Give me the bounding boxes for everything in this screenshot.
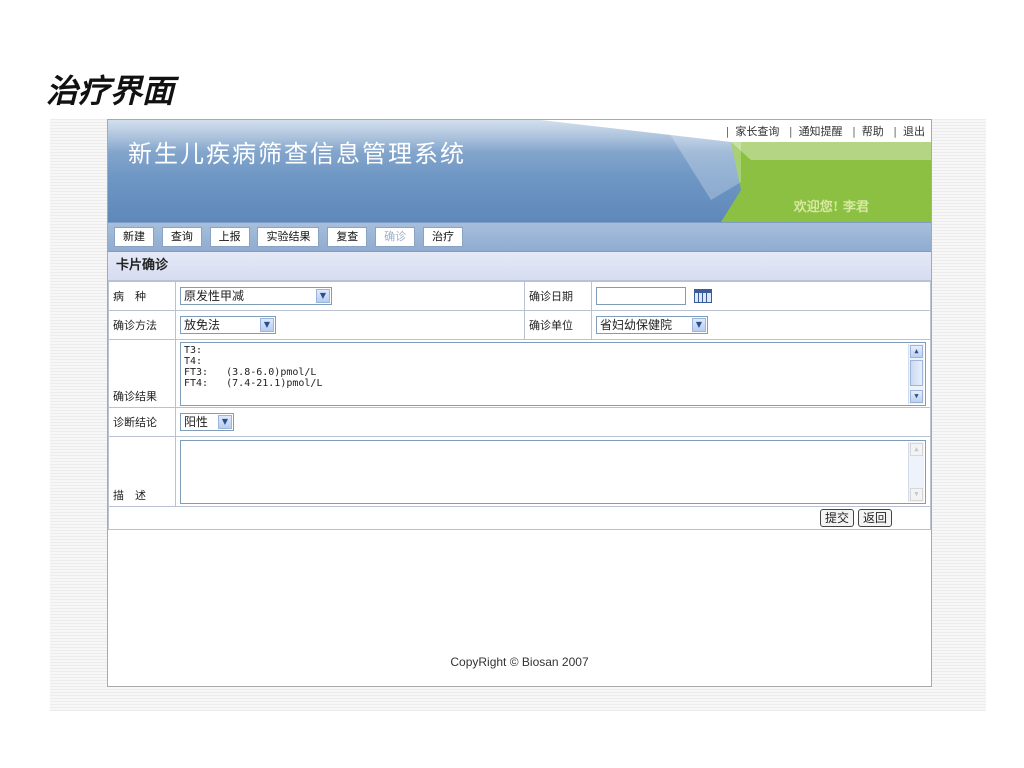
header-banner: 新生儿疾病筛查信息管理系统 | 家长查询 | 通知提醒 | 帮助 | 退出 欢迎您! 李…	[108, 120, 931, 222]
confirm-date-label: 确诊日期	[524, 281, 592, 311]
unit-select-value: 省妇幼保健院	[600, 318, 673, 332]
link-logout[interactable]: 退出	[903, 125, 925, 138]
slide-title: 治疗界面	[46, 72, 175, 110]
conclusion-select[interactable]: 阳性 ▼	[180, 413, 234, 431]
disease-cell: 原发性甲减 ▼	[175, 281, 525, 311]
chevron-down-icon: ▼	[260, 318, 274, 332]
chevron-down-icon: ▼	[218, 415, 232, 429]
nav-new-button[interactable]: 新建	[114, 227, 154, 247]
nav-treatment-button[interactable]: 治疗	[422, 227, 463, 247]
scroll-up-icon[interactable]: ▲	[910, 442, 923, 456]
top-links: | 家长查询 | 通知提醒 | 帮助 | 退出	[720, 123, 925, 139]
unit-label: 确诊单位	[524, 310, 592, 340]
result-textarea[interactable]: T3: T4: FT3: (3.8-6.0)pmol/L FT4: (7.4-2…	[180, 341, 926, 406]
method-label: 确诊方法	[108, 310, 176, 340]
scroll-thumb[interactable]	[910, 359, 923, 386]
nav-diagnosis-button[interactable]: 确诊	[375, 227, 416, 247]
disease-select[interactable]: 原发性甲减 ▼	[180, 287, 332, 305]
method-select[interactable]: 放免法 ▼	[180, 316, 276, 334]
conclusion-label: 诊断结论	[108, 407, 176, 437]
unit-select[interactable]: 省妇幼保健院 ▼	[596, 316, 708, 334]
nav-report-button[interactable]: 上报	[209, 227, 250, 247]
description-scrollbar[interactable]: ▲ ▼	[908, 441, 924, 502]
system-title: 新生儿疾病筛查信息管理系统	[128, 140, 466, 168]
result-line: FT4: (7.4-21.1)pmol/L	[184, 377, 323, 389]
conclusion-cell: 阳性 ▼	[175, 407, 931, 437]
link-notification[interactable]: 通知提醒	[799, 125, 843, 138]
description-cell: ▲ ▼	[175, 436, 931, 507]
nav-bar: 新建 查询 上报 实验结果 复查 确诊 治疗	[108, 222, 931, 252]
nav-query-button[interactable]: 查询	[161, 227, 202, 247]
separator: |	[788, 125, 793, 138]
result-scrollbar[interactable]: ▲ ▼	[908, 343, 924, 404]
unit-cell: 省妇幼保健院 ▼	[591, 310, 931, 340]
conclusion-select-value: 阳性	[184, 415, 209, 429]
link-help[interactable]: 帮助	[862, 125, 884, 138]
link-parent-query[interactable]: 家长查询	[735, 125, 779, 138]
scroll-down-icon[interactable]: ▼	[910, 389, 923, 403]
copyright-footer: CopyRight © Biosan 2007	[450, 655, 589, 669]
result-line: T3:	[184, 344, 203, 356]
chevron-down-icon: ▼	[692, 318, 706, 332]
diagnosis-form: 病 种 原发性甲减 ▼ 确诊日期 确诊方法 放免法 ▼ 确诊单位 省妇幼保健院 …	[108, 281, 931, 530]
app-window: 新生儿疾病筛查信息管理系统 | 家长查询 | 通知提醒 | 帮助 | 退出 欢迎您! 李…	[107, 119, 932, 687]
description-label: 描 述	[108, 436, 176, 507]
chevron-down-icon: ▼	[316, 289, 330, 303]
confirm-date-input[interactable]	[596, 287, 686, 305]
scroll-down-icon[interactable]: ▼	[910, 487, 923, 501]
result-line: FT3: (3.8-6.0)pmol/L	[184, 366, 317, 378]
confirm-date-cell	[591, 281, 931, 311]
back-button[interactable]: 返回	[857, 509, 892, 527]
result-line: T4:	[184, 355, 203, 367]
separator: |	[893, 125, 897, 138]
description-textarea[interactable]: ▲ ▼	[180, 439, 926, 504]
welcome-text: 欢迎您! 李君	[793, 200, 869, 215]
separator: |	[725, 125, 730, 138]
submit-button[interactable]: 提交	[819, 509, 854, 527]
section-title: 卡片确诊	[108, 252, 931, 281]
scroll-up-icon[interactable]: ▲	[910, 344, 923, 358]
method-select-value: 放免法	[184, 318, 221, 332]
disease-select-value: 原发性甲减	[184, 289, 245, 303]
result-cell: T3: T4: FT3: (3.8-6.0)pmol/L FT4: (7.4-2…	[175, 339, 931, 408]
nav-lab-results-button[interactable]: 实验结果	[257, 227, 320, 247]
nav-recheck-button[interactable]: 复查	[327, 227, 368, 247]
actions-row: 提交 返回	[108, 506, 931, 530]
result-label: 确诊结果	[108, 339, 176, 408]
method-cell: 放免法 ▼	[175, 310, 525, 340]
disease-label: 病 种	[108, 281, 176, 311]
calendar-icon[interactable]	[693, 289, 712, 303]
separator: |	[852, 125, 856, 138]
